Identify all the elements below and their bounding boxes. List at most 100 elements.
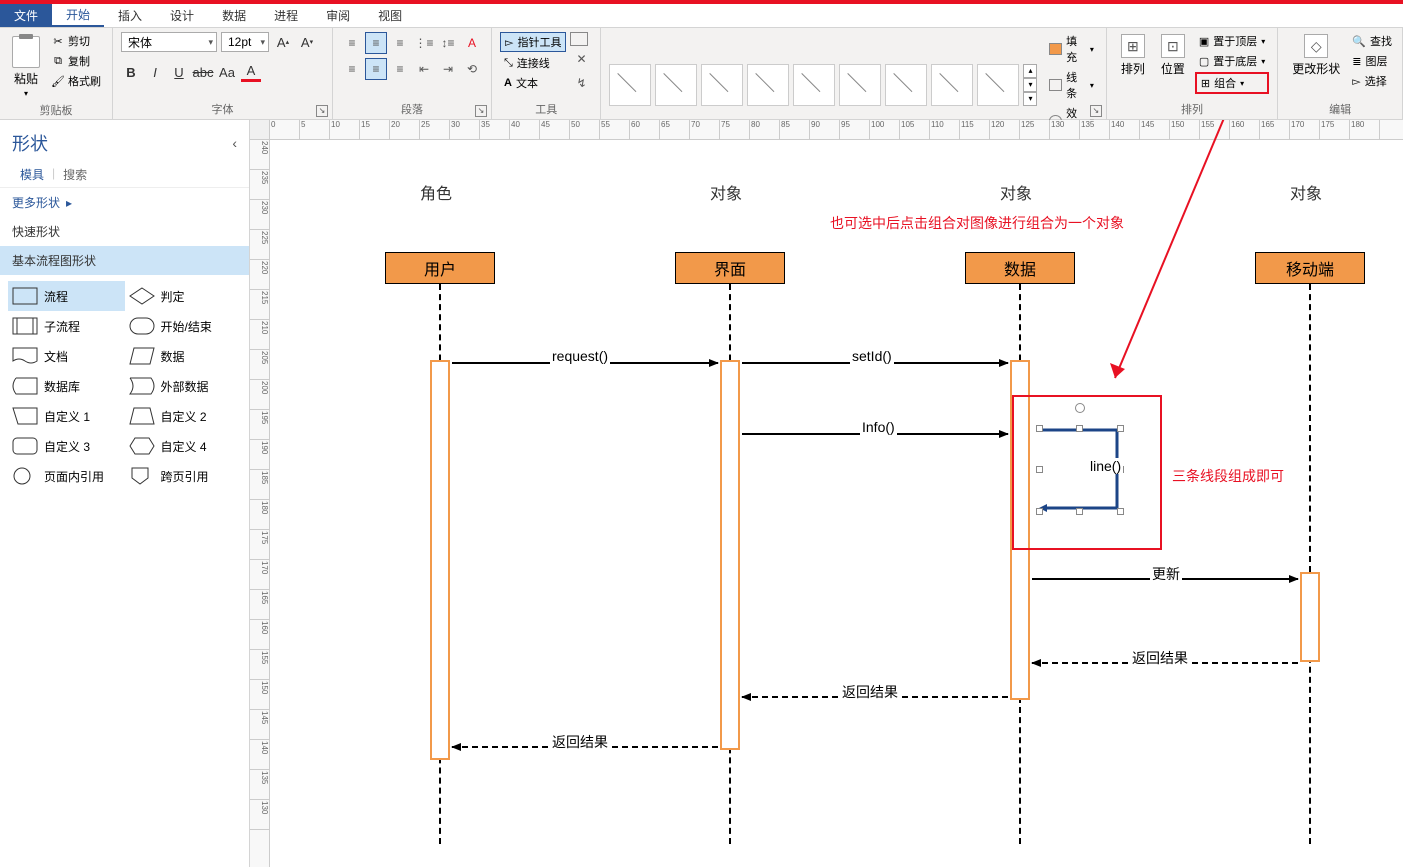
align-bottom-button[interactable]: ≡ xyxy=(389,32,411,54)
align-left-button[interactable]: ≡ xyxy=(341,58,363,80)
box-data[interactable]: 数据 xyxy=(965,252,1075,284)
align-right-button[interactable]: ≡ xyxy=(389,58,411,80)
bullets-button[interactable]: ⋮≡ xyxy=(413,32,435,54)
bring-front-button[interactable]: ▣置于顶层▾ xyxy=(1195,32,1269,50)
menu-view[interactable]: 视图 xyxy=(364,4,416,27)
stencil-subprocess[interactable]: 子流程 xyxy=(8,311,125,341)
box-mobile[interactable]: 移动端 xyxy=(1255,252,1365,284)
stencil-process[interactable]: 流程 xyxy=(8,281,125,311)
stencil-data[interactable]: 数据 xyxy=(125,341,242,371)
style-item-3[interactable] xyxy=(701,64,743,106)
sel-handle-tr[interactable] xyxy=(1117,425,1124,432)
paragraph-dialog-launcher[interactable]: ↘ xyxy=(475,105,487,117)
change-shape-button[interactable]: ◇更改形状 xyxy=(1286,32,1346,79)
style-item-4[interactable] xyxy=(747,64,789,106)
box-user[interactable]: 用户 xyxy=(385,252,495,284)
connection-point-button[interactable]: ✕ xyxy=(570,48,592,70)
menu-file[interactable]: 文件 xyxy=(0,4,52,27)
paste-button[interactable]: 粘贴 ▾ xyxy=(8,32,44,102)
align-middle-button[interactable]: ≡ xyxy=(365,32,387,54)
font-name-combo[interactable]: 宋体 xyxy=(121,32,217,52)
stencil-startend[interactable]: 开始/结束 xyxy=(125,311,242,341)
canvas[interactable]: 角色 对象 对象 对象 也可选中后点击组合对图像进行组合为一个对象 用户 界面 … xyxy=(270,140,1403,867)
sel-handle-bc[interactable] xyxy=(1076,508,1083,515)
gallery-up-button[interactable]: ▴ xyxy=(1023,64,1037,78)
menu-insert[interactable]: 插入 xyxy=(104,4,156,27)
style-item-7[interactable] xyxy=(885,64,927,106)
change-case-button[interactable]: Aa xyxy=(217,62,237,82)
style-item-9[interactable] xyxy=(977,64,1019,106)
pointer-tool-button[interactable]: ▻指针工具 xyxy=(500,32,566,52)
stencil-document[interactable]: 文档 xyxy=(8,341,125,371)
text-direction-button[interactable]: ⟲ xyxy=(461,58,483,80)
send-back-button[interactable]: ▢置于底层▾ xyxy=(1195,52,1269,70)
stencil-custom1[interactable]: 自定义 1 xyxy=(8,401,125,431)
font-color-button[interactable]: A xyxy=(241,62,261,82)
position-button[interactable]: ⊡位置 xyxy=(1155,32,1191,79)
cut-button[interactable]: ✂剪切 xyxy=(48,32,104,50)
tab-stencils[interactable]: 模具 xyxy=(12,162,52,187)
sel-handle-br[interactable] xyxy=(1117,508,1124,515)
panel-collapse-button[interactable]: ‹ xyxy=(232,135,237,151)
ink-tool-button[interactable]: ↯ xyxy=(570,72,592,94)
stencil-custom3[interactable]: 自定义 3 xyxy=(8,431,125,461)
stencil-offpage[interactable]: 跨页引用 xyxy=(125,461,242,491)
activation-mobile[interactable] xyxy=(1300,572,1320,662)
stencil-external[interactable]: 外部数据 xyxy=(125,371,242,401)
line-spacing-button[interactable]: ↕≡ xyxy=(437,32,459,54)
align-center-button[interactable]: ≡ xyxy=(365,58,387,80)
basic-flowchart-section[interactable]: 基本流程图形状 xyxy=(0,246,249,275)
style-item-1[interactable] xyxy=(609,64,651,106)
rectangle-tool-button[interactable] xyxy=(570,32,588,46)
activation-user[interactable] xyxy=(430,360,450,760)
copy-button[interactable]: ⧉复制 xyxy=(48,52,104,70)
stencil-decision[interactable]: 判定 xyxy=(125,281,242,311)
tab-search[interactable]: 搜索 xyxy=(55,162,95,187)
line-button[interactable]: 线条▾ xyxy=(1045,68,1097,102)
bold-button[interactable]: B xyxy=(121,62,141,82)
select-button[interactable]: ▻选择 xyxy=(1350,72,1394,90)
sel-handle-bl[interactable] xyxy=(1036,508,1043,515)
stencil-custom2[interactable]: 自定义 2 xyxy=(125,401,242,431)
stencil-onpage[interactable]: 页面内引用 xyxy=(8,461,125,491)
font-dialog-launcher[interactable]: ↘ xyxy=(316,105,328,117)
activation-ui[interactable] xyxy=(720,360,740,750)
stencil-database[interactable]: 数据库 xyxy=(8,371,125,401)
menu-review[interactable]: 审阅 xyxy=(312,4,364,27)
rotate-handle[interactable] xyxy=(1075,403,1085,413)
increase-font-button[interactable]: A▴ xyxy=(273,32,293,52)
decrease-indent-button[interactable]: ⇤ xyxy=(413,58,435,80)
menu-home[interactable]: 开始 xyxy=(52,4,104,27)
arrange-button[interactable]: ⊞排列 xyxy=(1115,32,1151,79)
decrease-font-button[interactable]: A▾ xyxy=(297,32,317,52)
clear-format-button[interactable]: A xyxy=(461,32,483,54)
increase-indent-button[interactable]: ⇥ xyxy=(437,58,459,80)
strikethrough-button[interactable]: abc xyxy=(193,62,213,82)
font-size-combo[interactable]: 12pt xyxy=(221,32,269,52)
underline-button[interactable]: U xyxy=(169,62,189,82)
quick-shapes-section[interactable]: 快速形状 xyxy=(0,217,249,246)
sel-handle-tl[interactable] xyxy=(1036,425,1043,432)
style-item-5[interactable] xyxy=(793,64,835,106)
group-button[interactable]: ⊞组合▾ xyxy=(1195,72,1269,94)
gallery-more-button[interactable]: ▾ xyxy=(1023,92,1037,106)
more-shapes-link[interactable]: 更多形状▸ xyxy=(0,188,249,217)
gallery-down-button[interactable]: ▾ xyxy=(1023,78,1037,92)
style-item-2[interactable] xyxy=(655,64,697,106)
text-tool-button[interactable]: A文本 xyxy=(500,74,566,92)
italic-button[interactable]: I xyxy=(145,62,165,82)
fill-button[interactable]: 填充▾ xyxy=(1045,32,1097,66)
stencil-custom4[interactable]: 自定义 4 xyxy=(125,431,242,461)
format-painter-button[interactable]: 🖌格式刷 xyxy=(48,72,104,90)
style-item-6[interactable] xyxy=(839,64,881,106)
menu-process[interactable]: 进程 xyxy=(260,4,312,27)
style-item-8[interactable] xyxy=(931,64,973,106)
box-ui[interactable]: 界面 xyxy=(675,252,785,284)
layers-button[interactable]: ≣图层 xyxy=(1350,52,1394,70)
canvas-area[interactable]: 0510152025303540455055606570758085909510… xyxy=(250,120,1403,867)
find-button[interactable]: 🔍查找 xyxy=(1350,32,1394,50)
sel-handle-ml[interactable] xyxy=(1036,466,1043,473)
menu-data[interactable]: 数据 xyxy=(208,4,260,27)
align-top-button[interactable]: ≡ xyxy=(341,32,363,54)
sel-handle-tc[interactable] xyxy=(1076,425,1083,432)
